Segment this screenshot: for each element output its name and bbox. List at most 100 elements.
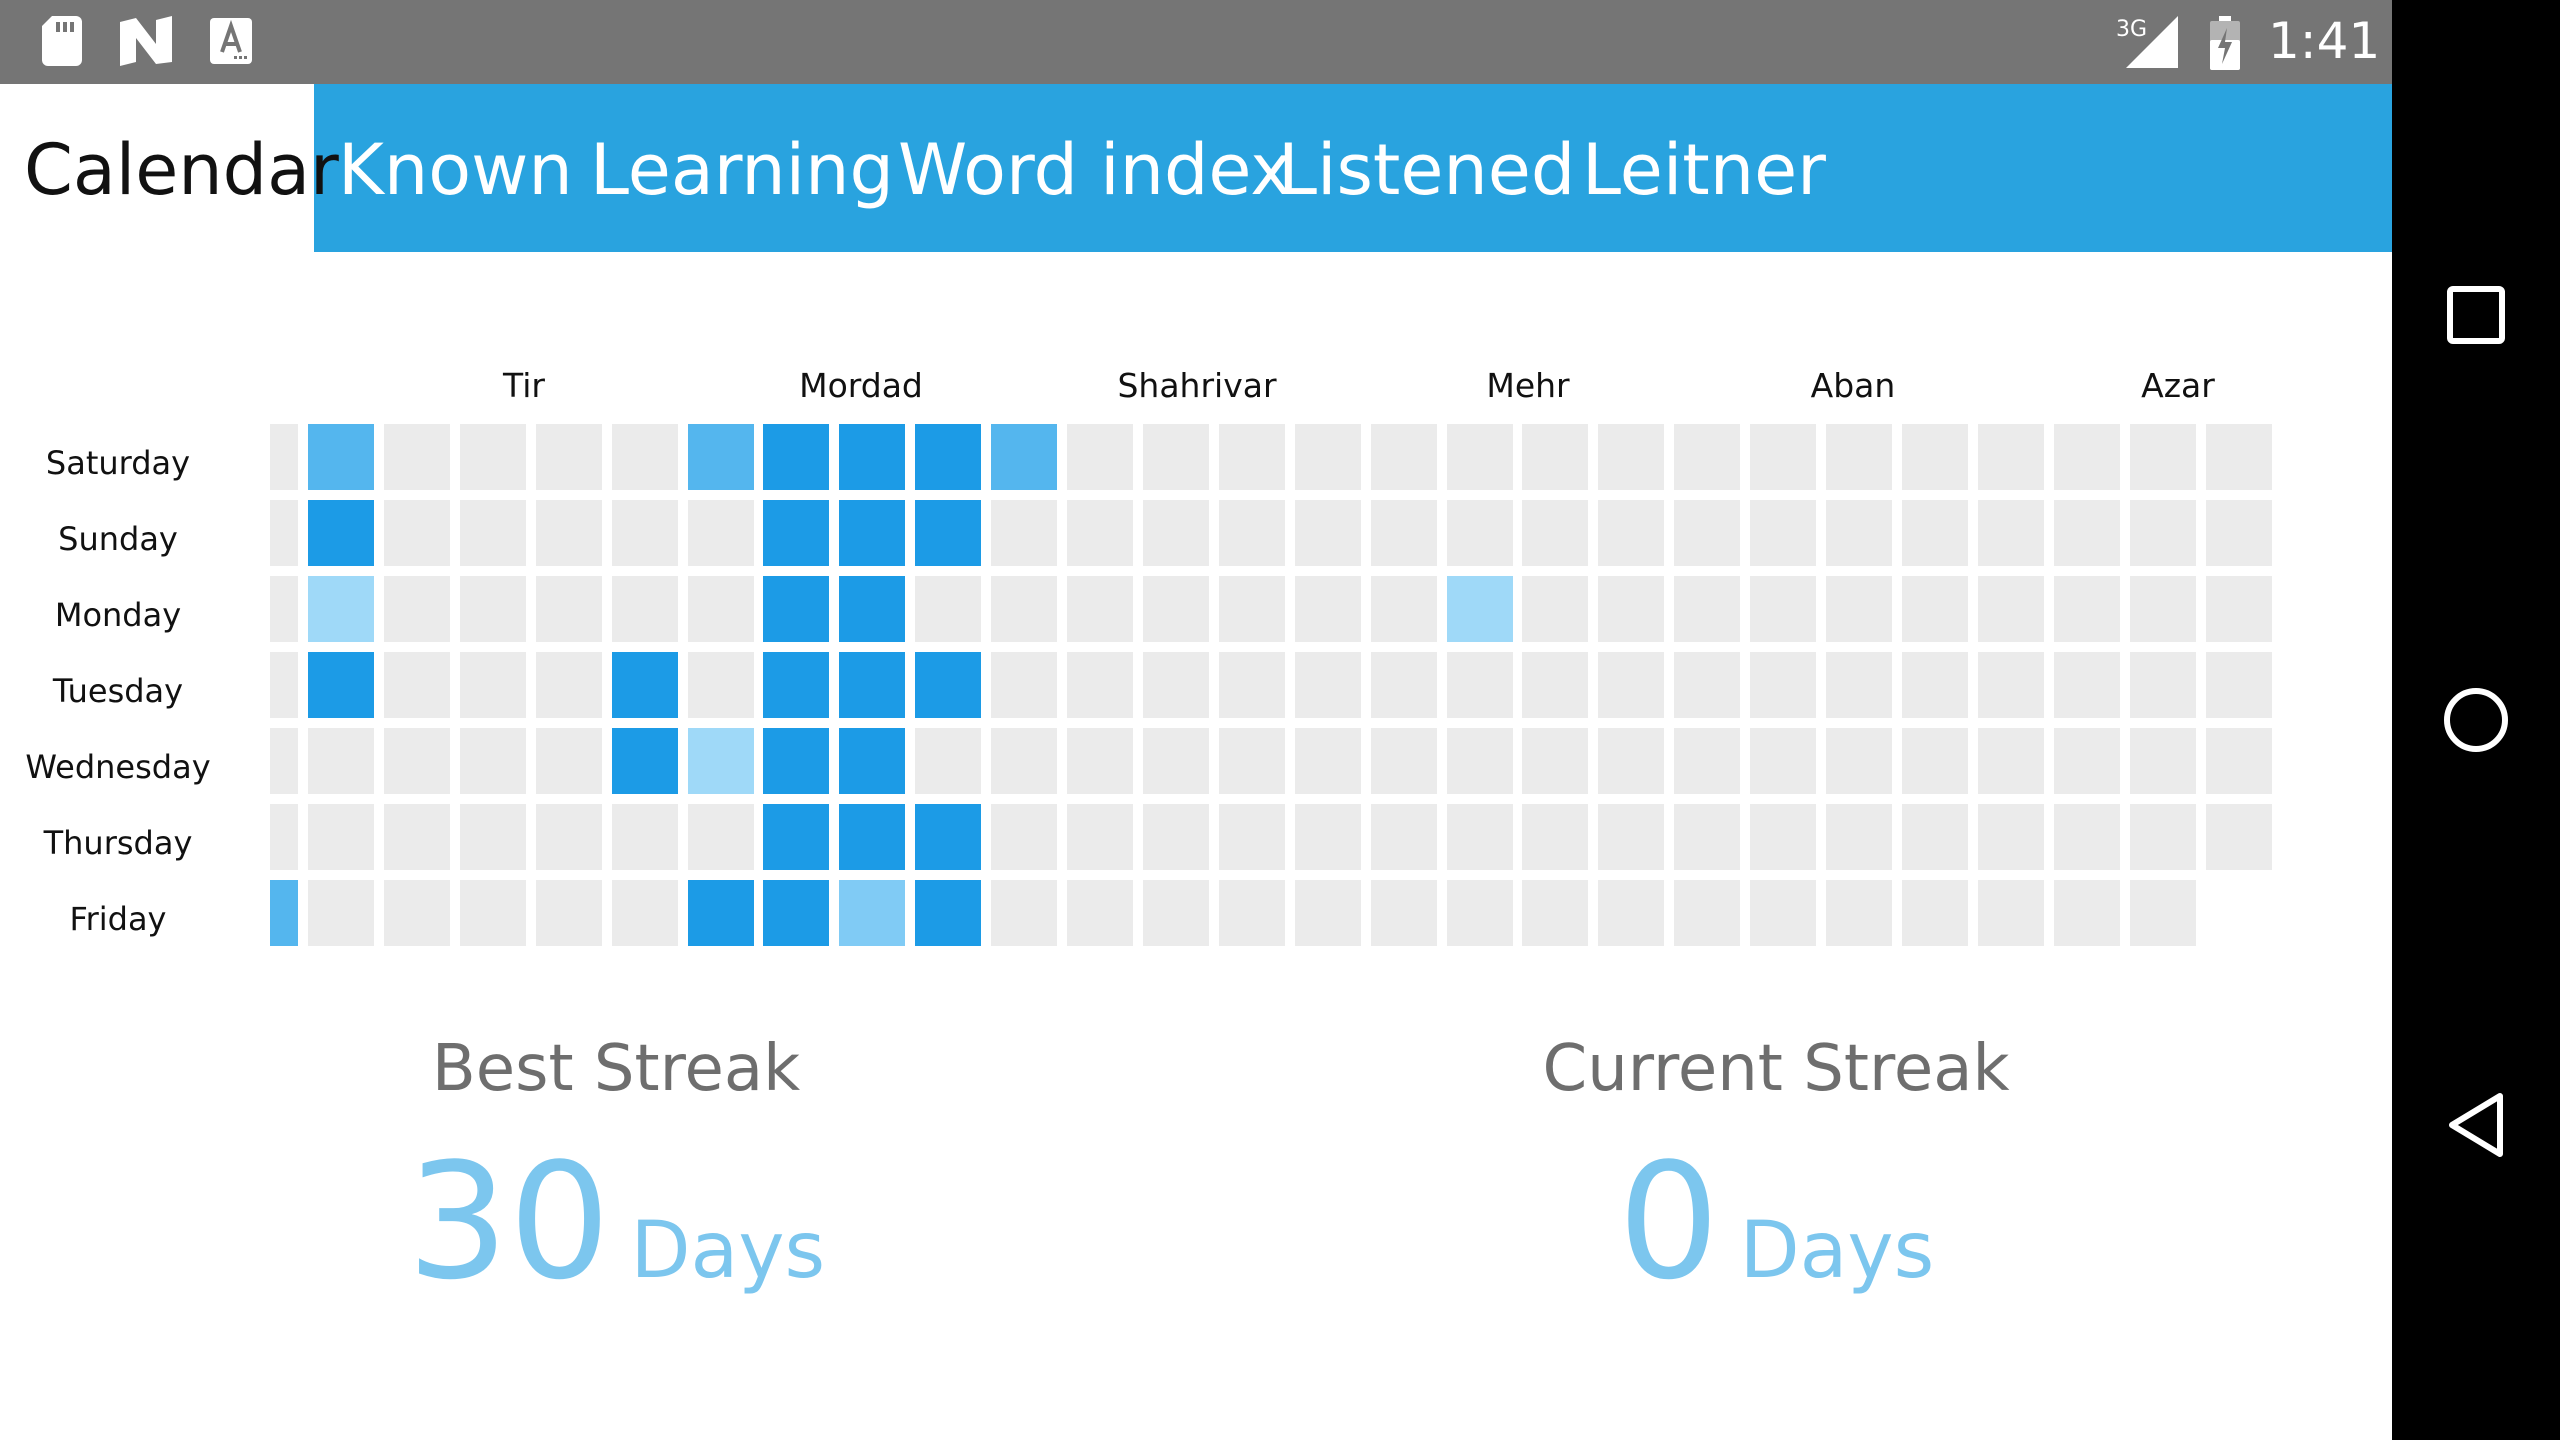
calendar-day-cell: [2129, 728, 2196, 794]
calendar-day-cell: [308, 424, 374, 490]
calendar-day-cell: [1977, 424, 2044, 490]
calendar-day-cell: [1977, 804, 2044, 870]
calendar-day-cell: [1674, 804, 1741, 870]
calendar-day-cell: [1674, 576, 1741, 642]
calendar-day-cell: [459, 500, 526, 566]
calendar-day-cell: [1218, 880, 1285, 946]
calendar-day-cell: [1294, 804, 1361, 870]
calendar-day-cell: [1750, 804, 1817, 870]
calendar-day-cell: [1901, 880, 1968, 946]
calendar-day-cell: [991, 728, 1058, 794]
calendar-day-cell: [459, 424, 526, 490]
keyboard-a-icon: [210, 18, 252, 64]
calendar-day-cell: [687, 576, 754, 642]
calendar-day-cell: [270, 576, 298, 642]
calendar-day-cell: [1826, 880, 1892, 946]
calendar-day-cell: [915, 804, 982, 870]
calendar-day-cell: [1294, 576, 1361, 642]
calendar-day-cell: [687, 652, 754, 718]
calendar-day-cell: [1142, 728, 1209, 794]
calendar-day-cell: [1522, 424, 1589, 490]
calendar-day-cell: [915, 576, 982, 642]
calendar-day-cell: [1522, 576, 1589, 642]
calendar-day-cell: [915, 880, 982, 946]
calendar-day-cell: [763, 424, 830, 490]
calendar-day-cell: [1826, 804, 1892, 870]
calendar-day-cell: [308, 880, 374, 946]
calendar-day-cell: [1294, 652, 1361, 718]
calendar-day-cell: [1446, 424, 1513, 490]
calendar-day-cell: [1977, 728, 2044, 794]
calendar-day-cell: [2053, 728, 2120, 794]
calendar-day-cell: [1901, 804, 1968, 870]
calendar-day-cell: [991, 424, 1058, 490]
calendar-day-cell: [1446, 880, 1513, 946]
calendar-day-cell: [763, 728, 830, 794]
calendar-day-cell: [2205, 728, 2272, 794]
calendar-day-cell: [383, 424, 450, 490]
calendar-day-cell: [1522, 500, 1589, 566]
tab-learning[interactable]: Learning: [590, 84, 894, 252]
calendar-day-cell: [270, 804, 298, 870]
tab-calendar[interactable]: Calendar: [0, 84, 339, 252]
current-streak-title: Current Streak: [1542, 1032, 2010, 1106]
calendar-day-cell: [991, 576, 1058, 642]
calendar-day-cell: [2053, 880, 2120, 946]
calendar-day-cell: [1446, 500, 1513, 566]
tab-leitner[interactable]: Leitner: [1582, 84, 1826, 252]
calendar-day-cell: [1674, 728, 1741, 794]
calendar-day-cell: [763, 880, 830, 946]
calendar-day-cell: [1294, 424, 1361, 490]
calendar-day-cell: [1522, 804, 1589, 870]
calendar-day-cell: [1067, 728, 1133, 794]
calendar-day-cell: [1218, 500, 1285, 566]
calendar-day-cell: [1370, 500, 1437, 566]
calendar-day-cell: [611, 500, 678, 566]
calendar-day-cell: [1826, 424, 1892, 490]
calendar-day-cell: [611, 728, 678, 794]
calendar-day-cell: [270, 424, 298, 490]
current-streak-number: 0: [1617, 1128, 1720, 1315]
calendar-day-cell: [1826, 728, 1892, 794]
calendar-day-cell: [915, 424, 982, 490]
calendar-day-cell: [1598, 880, 1665, 946]
tab-bar: Calendar Known Learning Word index Liste…: [0, 84, 2392, 252]
calendar-day-cell: [1826, 500, 1892, 566]
calendar-day-cell: [1901, 652, 1968, 718]
calendar-day-cell: [308, 728, 374, 794]
calendar-day-cell: [535, 576, 602, 642]
calendar-day-cell: [270, 880, 298, 946]
calendar-day-cell: [1067, 424, 1133, 490]
activity-heatmap: [0, 252, 2392, 1252]
calendar-day-cell: [1218, 728, 1285, 794]
calendar-day-cell: [1067, 880, 1133, 946]
calendar-day-cell: [1674, 424, 1741, 490]
calendar-day-cell: [2129, 652, 2196, 718]
calendar-day-cell: [1522, 728, 1589, 794]
calendar-day-cell: [1977, 500, 2044, 566]
calendar-day-cell: [308, 576, 374, 642]
calendar-day-cell: [1446, 652, 1513, 718]
n-logo-icon: [120, 16, 172, 66]
calendar-day-cell: [459, 576, 526, 642]
home-button[interactable]: [2392, 660, 2560, 780]
calendar-day-cell: [1370, 804, 1437, 870]
circle-icon: [2444, 688, 2508, 752]
calendar-day-cell: [1598, 576, 1665, 642]
calendar-day-cell: [1218, 804, 1285, 870]
calendar-day-cell: [383, 500, 450, 566]
calendar-day-cell: [687, 500, 754, 566]
calendar-day-cell: [1370, 652, 1437, 718]
tab-listened[interactable]: Listened: [1278, 84, 1575, 252]
tab-word-index[interactable]: Word index: [898, 84, 1292, 252]
tab-known[interactable]: Known: [338, 84, 573, 252]
calendar-day-cell: [1142, 424, 1209, 490]
calendar-day-cell: [915, 500, 982, 566]
back-button[interactable]: [2392, 1065, 2560, 1185]
calendar-day-cell: [535, 728, 602, 794]
calendar-day-cell: [839, 880, 906, 946]
calendar-day-cell: [1446, 728, 1513, 794]
recent-apps-button[interactable]: [2392, 255, 2560, 375]
calendar-day-cell: [2053, 424, 2120, 490]
calendar-day-cell: [991, 652, 1058, 718]
